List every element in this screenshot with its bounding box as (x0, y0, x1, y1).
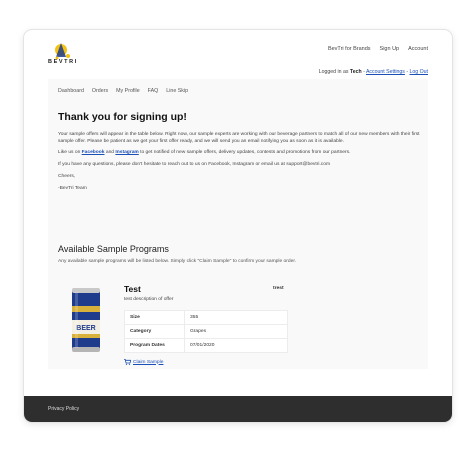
text-fragment: to get notified of new sample offers, de… (138, 150, 351, 155)
table-row: Program Dates 07/01/2020 (124, 338, 288, 353)
log-out-link[interactable]: Log Out (410, 69, 428, 75)
login-prefix: Logged in as (318, 69, 349, 75)
spec-value: 355 (184, 310, 288, 325)
tab-faq[interactable]: FAQ (148, 88, 159, 94)
login-status-bar: Logged in as Tech - Account Settings - L… (319, 69, 428, 75)
privacy-policy-link[interactable]: Privacy Policy (48, 406, 79, 412)
spec-key: Program Dates (124, 338, 185, 353)
cart-icon (124, 359, 131, 365)
spec-value: 07/01/2020 (184, 338, 288, 353)
can-label: BEER (76, 325, 95, 332)
page-frame: BEVTRI BevTri for Brands Sign Up Account… (24, 30, 452, 422)
tab-orders[interactable]: Orders (92, 88, 108, 94)
nav-sign-up[interactable]: Sign Up (380, 46, 400, 52)
spec-key: Category (124, 324, 185, 339)
tab-my-profile[interactable]: My Profile (116, 88, 140, 94)
nav-bevtri-for-brands[interactable]: BevTri for Brands (328, 46, 371, 52)
login-user: Tech (349, 69, 362, 75)
spec-key: Size (124, 310, 185, 325)
product-title: Test (124, 284, 141, 294)
tab-line-skip[interactable]: Line Skip (166, 88, 188, 94)
content-panel: Dashboard Orders My Profile FAQ Line Ski… (48, 79, 428, 369)
signup-sign-off: Cheers, (58, 174, 76, 179)
account-settings-link[interactable]: Account Settings (366, 69, 405, 75)
page-title: Thank you for signing up! (58, 111, 187, 123)
brand-name: BEVTRI (48, 59, 78, 65)
signup-message-p1: Your sample offers will appear in the ta… (58, 132, 420, 145)
text-fragment: and (104, 150, 116, 155)
product-description: test description of offer (124, 297, 174, 302)
spec-value: Grapes (184, 324, 288, 339)
claim-sample-button[interactable]: Claim Sample (124, 359, 163, 365)
footer: Privacy Policy (24, 396, 452, 422)
instagram-link[interactable]: Instagram (115, 150, 138, 155)
programs-description: Any available sample programs will be li… (58, 259, 297, 264)
product-brand: trest (273, 286, 284, 291)
nav-account[interactable]: Account (408, 46, 428, 52)
text-fragment: Like us on (58, 150, 82, 155)
dashboard-tabs: Dashboard Orders My Profile FAQ Line Ski… (58, 88, 188, 94)
beer-can-image: BEER (72, 288, 100, 352)
programs-title: Available Sample Programs (58, 244, 169, 254)
facebook-link[interactable]: Facebook (82, 150, 105, 155)
signup-message-p3: If you have any questions, please don't … (58, 162, 331, 167)
table-row: Category Grapes (124, 324, 288, 339)
top-nav: BevTri for Brands Sign Up Account (328, 46, 428, 52)
table-row: Size 355 (124, 310, 288, 325)
signup-signature: -BevTri Team (58, 186, 87, 191)
signup-message-p2: Like us on Facebook and Instagram to get… (58, 149, 420, 156)
product-spec-table: Size 355 Category Grapes Program Dates 0… (124, 310, 288, 353)
tab-dashboard[interactable]: Dashboard (58, 88, 84, 94)
claim-sample-label: Claim Sample (133, 359, 164, 365)
